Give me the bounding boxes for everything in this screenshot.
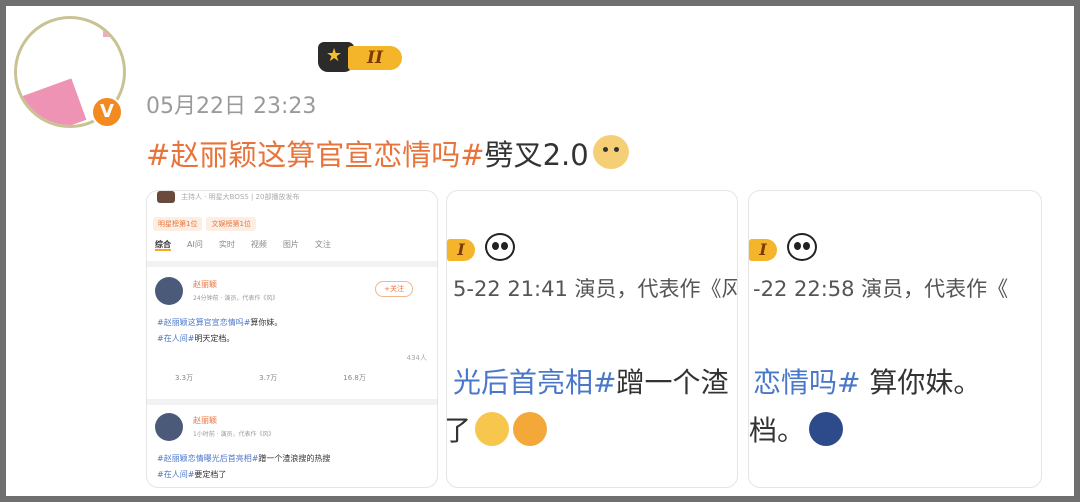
verified-badge-icon: V (91, 96, 123, 128)
mini-repost-count: 3.3万 (175, 374, 194, 382)
mini-tab: 实时 (218, 240, 235, 249)
panda-icon (787, 233, 817, 261)
post-image-2[interactable]: I 5-22 21:41 演员，代表作《风 光后首亮相#蹭一个渣 了 (446, 190, 738, 488)
mini-header-avatar (157, 191, 175, 203)
celebrate-emoji-icon (475, 412, 510, 446)
mini-tab: 图片 (282, 240, 299, 249)
mini-tabs: 综合 AI问 实时 视频 图片 文注 (155, 239, 433, 251)
post-image-3[interactable]: I -22 22:58 演员，代表作《 恋情吗# 算你妹。 档。 (748, 190, 1042, 488)
avatar-image-detail (17, 78, 87, 125)
post-text: #赵丽颖这算官宣恋情吗#劈叉2.0 (146, 132, 629, 174)
divider (147, 261, 437, 267)
zoom-meta: -22 22:58 演员，代表作《 (753, 277, 1009, 301)
zoom-post-text: 光后首亮相#蹭一个渣 (453, 366, 729, 399)
zoom-post-text: 恋情吗# 算你妹。 (753, 366, 982, 399)
post-body-text: 劈叉2.0 (484, 138, 589, 172)
mini-chip: 文娱榜第1位 (206, 217, 256, 231)
mini-avatar (155, 413, 183, 441)
mini-tab: 综合 (155, 240, 171, 251)
moon-emoji-icon (809, 412, 844, 446)
mini-follow-button: +关注 (375, 281, 413, 297)
level-badge: I (447, 239, 475, 261)
post-image-1[interactable]: 主持人 · 明星大BOSS | 20部播放发布 明星榜第1位 文娱榜第1位 综合 A… (146, 190, 438, 488)
zoom-meta: 5-22 21:41 演员，代表作《风 (453, 277, 738, 301)
mini-meta: 24分钟前 · 演员，代表作《风》 (193, 295, 279, 302)
mini-tab: 视频 (250, 240, 267, 249)
mini-views: 434人 (406, 354, 427, 362)
mini-comment-count: 3.7万 (259, 374, 278, 382)
mini-username: 赵丽颖 (193, 280, 217, 289)
zoom-line2: 了 (447, 409, 548, 449)
mini-chip: 明星榜第1位 (153, 217, 203, 231)
level-badge: I (749, 239, 777, 261)
panda-icon (485, 233, 515, 261)
post-timestamp[interactable]: 05月22日 23:23 (146, 88, 316, 120)
divider (147, 399, 437, 405)
mini-tab: AI问 (187, 240, 203, 249)
level-label: II (348, 46, 402, 70)
mini-actions: 3.3万 3.7万 16.8万 (175, 373, 425, 383)
mini-like-count: 16.8万 (343, 374, 366, 382)
cheer-emoji-icon (513, 412, 548, 446)
avatar-image-detail (103, 29, 117, 37)
weibo-post-card: V ★ II 05月22日 23:23 #赵丽颖这算官宣恋情吗#劈叉2.0 主持… (6, 6, 1074, 496)
mini-post-text: #赵丽颖恋情曝光后首亮相#蹭一个渣浪搜的热搜 #在人间#要定档了 (157, 454, 331, 479)
doge-emoji-icon (592, 135, 629, 169)
mini-meta: 1小时前 · 演员，代表作《风》 (193, 431, 275, 438)
zoom-line2: 档。 (749, 409, 844, 449)
hashtag-link[interactable]: #赵丽颖这算官宣恋情吗# (146, 138, 485, 172)
member-level-badge[interactable]: ★ II (318, 42, 404, 74)
mini-avatar (155, 277, 183, 305)
mini-tab: 文注 (314, 240, 331, 249)
mini-chips: 明星榜第1位 文娱榜第1位 (153, 211, 260, 231)
mini-username: 赵丽颖 (193, 416, 217, 425)
mini-top-meta: 主持人 · 明星大BOSS | 20部播放发布 (157, 191, 437, 205)
mini-post-text: #赵丽颖这算官宣恋情吗#算你妹。 #在人间#明天定档。 (157, 318, 283, 343)
